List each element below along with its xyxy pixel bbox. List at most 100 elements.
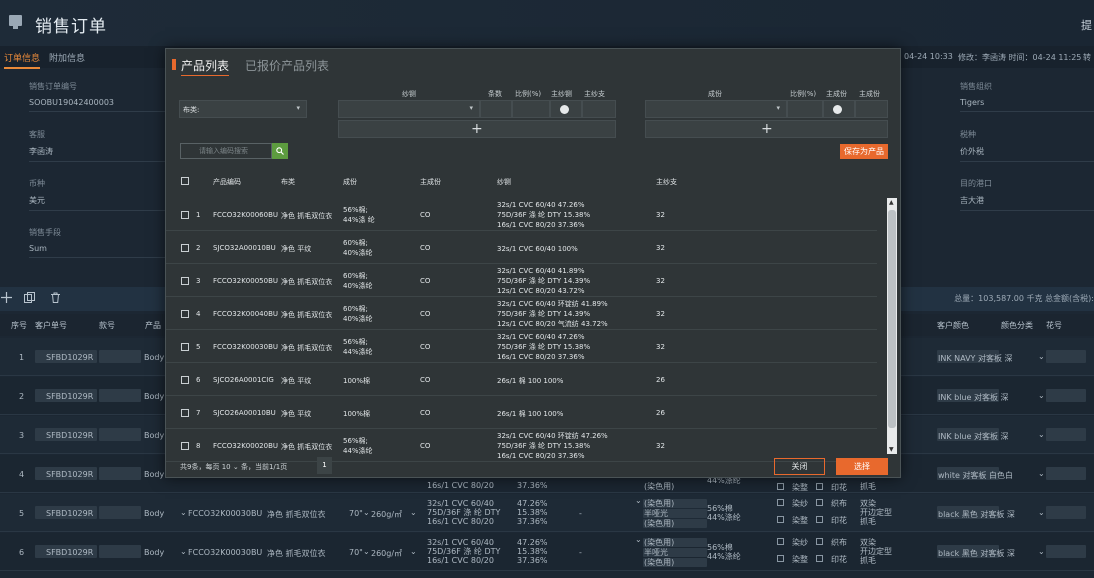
style-box[interactable] [99, 467, 141, 480]
row-checkbox[interactable] [181, 409, 189, 417]
col-style[interactable]: 款号 [99, 320, 115, 331]
chevron-down-icon[interactable]: ⌄ [410, 508, 417, 517]
plus-icon[interactable] [1, 292, 12, 306]
scroll-down-icon[interactable]: ▼ [889, 446, 894, 453]
opt-checkbox[interactable] [816, 483, 823, 490]
pattern-box[interactable] [1046, 428, 1086, 441]
product-row[interactable]: 8 FCCO32K00020BU 净色 抓毛双位衣 56%棉; 44%涤纶 CO 32s/1… [166, 430, 877, 462]
pattern-box[interactable] [1046, 350, 1086, 363]
close-button[interactable]: 关闭 [774, 458, 825, 475]
row-checkbox[interactable] [181, 376, 189, 384]
style-box[interactable] [99, 428, 141, 441]
col-cust-color[interactable]: 客户颜色 [937, 320, 969, 331]
customer-value[interactable]: 李函涛 [29, 146, 169, 162]
pattern-box[interactable] [1046, 389, 1086, 402]
main-yarn-radio[interactable] [560, 105, 569, 114]
page-number[interactable]: 1 [317, 457, 332, 474]
select-button[interactable]: 选择 [836, 458, 888, 475]
code-search-input[interactable] [181, 144, 271, 158]
table-row[interactable]: 6 SFBD1029R Body ⌄ FCCO32K00030BU 净色 抓毛双… [0, 533, 1094, 571]
comp-ratio-input[interactable] [787, 100, 823, 118]
row-checkbox[interactable] [181, 277, 189, 285]
opt-checkbox[interactable] [816, 516, 823, 523]
style-box[interactable] [99, 350, 141, 363]
search-button[interactable] [272, 143, 288, 159]
ratio-input[interactable] [512, 100, 550, 118]
product-row[interactable]: 2 SJCO32A00010BU 净色 平纹 60%棉; 40%涤纶 CO 32s/1 CV… [166, 232, 877, 264]
product-row[interactable]: 6 SJCO26A0001CIG 净色 平纹 100%棉 CO 26s/1 棉 100 1… [166, 364, 877, 396]
add-yarn-icon[interactable]: + [471, 122, 483, 136]
chevron-down-icon[interactable]: ⌄ [1038, 508, 1045, 517]
select-all-checkbox[interactable] [181, 177, 189, 185]
row-checkbox[interactable] [181, 211, 189, 219]
pattern-box[interactable] [1046, 506, 1086, 519]
row-checkbox[interactable] [181, 343, 189, 351]
product-row[interactable]: 4 FCCO32K00040BU 净色 抓毛双位衣 60%棉; 40%涤纶 CO 32s/1… [166, 298, 877, 330]
save-as-product-button[interactable]: 保存为产品 [840, 144, 888, 159]
opt-checkbox[interactable] [777, 538, 784, 545]
chevron-down-icon[interactable]: ⌄ [410, 547, 417, 556]
yarn-select[interactable]: ▾ [338, 100, 480, 118]
chevron-down-icon[interactable]: ⌄ [363, 547, 370, 556]
table-row[interactable]: 5 SFBD1029R Body ⌄ FCCO32K00030BU 净色 抓毛双… [0, 494, 1094, 532]
main-comp-radio[interactable] [833, 105, 842, 114]
chevron-down-icon[interactable]: ⌄ [1038, 430, 1045, 439]
tab-product-list[interactable]: 产品列表 [181, 57, 230, 76]
chevron-down-icon[interactable]: ⌄ [1038, 469, 1045, 478]
add-comp-icon[interactable]: + [761, 122, 773, 136]
style-box[interactable] [99, 545, 141, 558]
chevron-down-icon[interactable]: ⌄ [180, 508, 187, 517]
chevron-down-icon[interactable]: ⌄ [1038, 391, 1045, 400]
tab-quoted-list[interactable]: 已报价产品列表 [245, 57, 329, 74]
submit-link[interactable]: 提 [1081, 17, 1092, 33]
chevron-down-icon[interactable]: ⌄ [233, 463, 239, 471]
row-checkbox[interactable] [181, 310, 189, 318]
row-checkbox[interactable] [181, 442, 189, 450]
row-checkbox[interactable] [181, 244, 189, 252]
count-input[interactable] [480, 100, 512, 118]
port-value[interactable]: 吉大港 [960, 195, 1094, 211]
chevron-down-icon[interactable]: ⌄ [363, 508, 370, 517]
ship-mode-value[interactable]: Sum [29, 244, 169, 258]
tax-value[interactable]: 价外税 [960, 146, 1094, 162]
order-no-value[interactable]: SOOBU19042400003 [29, 98, 169, 112]
opt-checkbox[interactable] [777, 516, 784, 523]
opt-checkbox[interactable] [816, 555, 823, 562]
col-cust-no[interactable]: 客户单号 [35, 320, 67, 331]
chevron-down-icon[interactable]: ⌄ [180, 547, 187, 556]
opt-checkbox[interactable] [777, 483, 784, 490]
scroll-thumb[interactable] [888, 210, 896, 428]
table-scrollbar[interactable]: ▲ ▼ [887, 198, 897, 454]
main-count-cell[interactable] [582, 100, 616, 118]
chevron-down-icon[interactable]: ⌄ [1038, 547, 1045, 556]
scroll-up-icon[interactable]: ▲ [889, 199, 894, 206]
chevron-down-icon[interactable]: ⌄ [635, 496, 642, 505]
sales-org-value[interactable]: Tigers [960, 98, 1094, 112]
chevron-down-icon[interactable]: ⌄ [635, 535, 642, 544]
opt-checkbox[interactable] [777, 555, 784, 562]
col-product[interactable]: 产品 [145, 320, 161, 331]
pattern-box[interactable] [1046, 467, 1086, 480]
tab-order-info[interactable]: 订单信息 [4, 51, 41, 69]
product-row[interactable]: 3 FCCO32K00050BU 净色 抓毛双位衣 60%棉; 40%涤纶 CO 32s/1… [166, 265, 877, 297]
main-comp2-cell[interactable] [855, 100, 888, 118]
tab-extra-info[interactable]: 附加信息 [49, 51, 85, 64]
copy-icon[interactable] [24, 292, 35, 306]
product-row[interactable]: 5 FCCO32K00030BU 净色 抓毛双位衣 56%棉; 44%涤纶 CO 32s/1… [166, 331, 877, 363]
opt-checkbox[interactable] [777, 499, 784, 506]
col-no[interactable]: 序号 [11, 320, 27, 331]
comp-select[interactable]: ▾ [645, 100, 787, 118]
category-select[interactable]: 布类: ▾ [179, 100, 307, 118]
opt-checkbox[interactable] [816, 538, 823, 545]
col-pattern[interactable]: 花号 [1046, 320, 1062, 331]
trash-icon[interactable] [50, 292, 61, 306]
pattern-box[interactable] [1046, 545, 1086, 558]
currency-value[interactable]: 美元 [29, 195, 169, 211]
style-box[interactable] [99, 506, 141, 519]
product-row[interactable]: 1 FCCO32K00060BU 净色 抓毛双位衣 56%棉; 44%涤 纶 CO 32s/… [166, 199, 877, 231]
chevron-down-icon[interactable]: ⌄ [1038, 352, 1045, 361]
style-box[interactable] [99, 389, 141, 402]
opt-checkbox[interactable] [816, 499, 823, 506]
col-color-type[interactable]: 颜色分类 [1001, 320, 1033, 331]
product-row[interactable]: 7 SJCO26A00010BU 净色 平纹 100%棉 CO 26s/1 棉 100 1… [166, 397, 877, 429]
